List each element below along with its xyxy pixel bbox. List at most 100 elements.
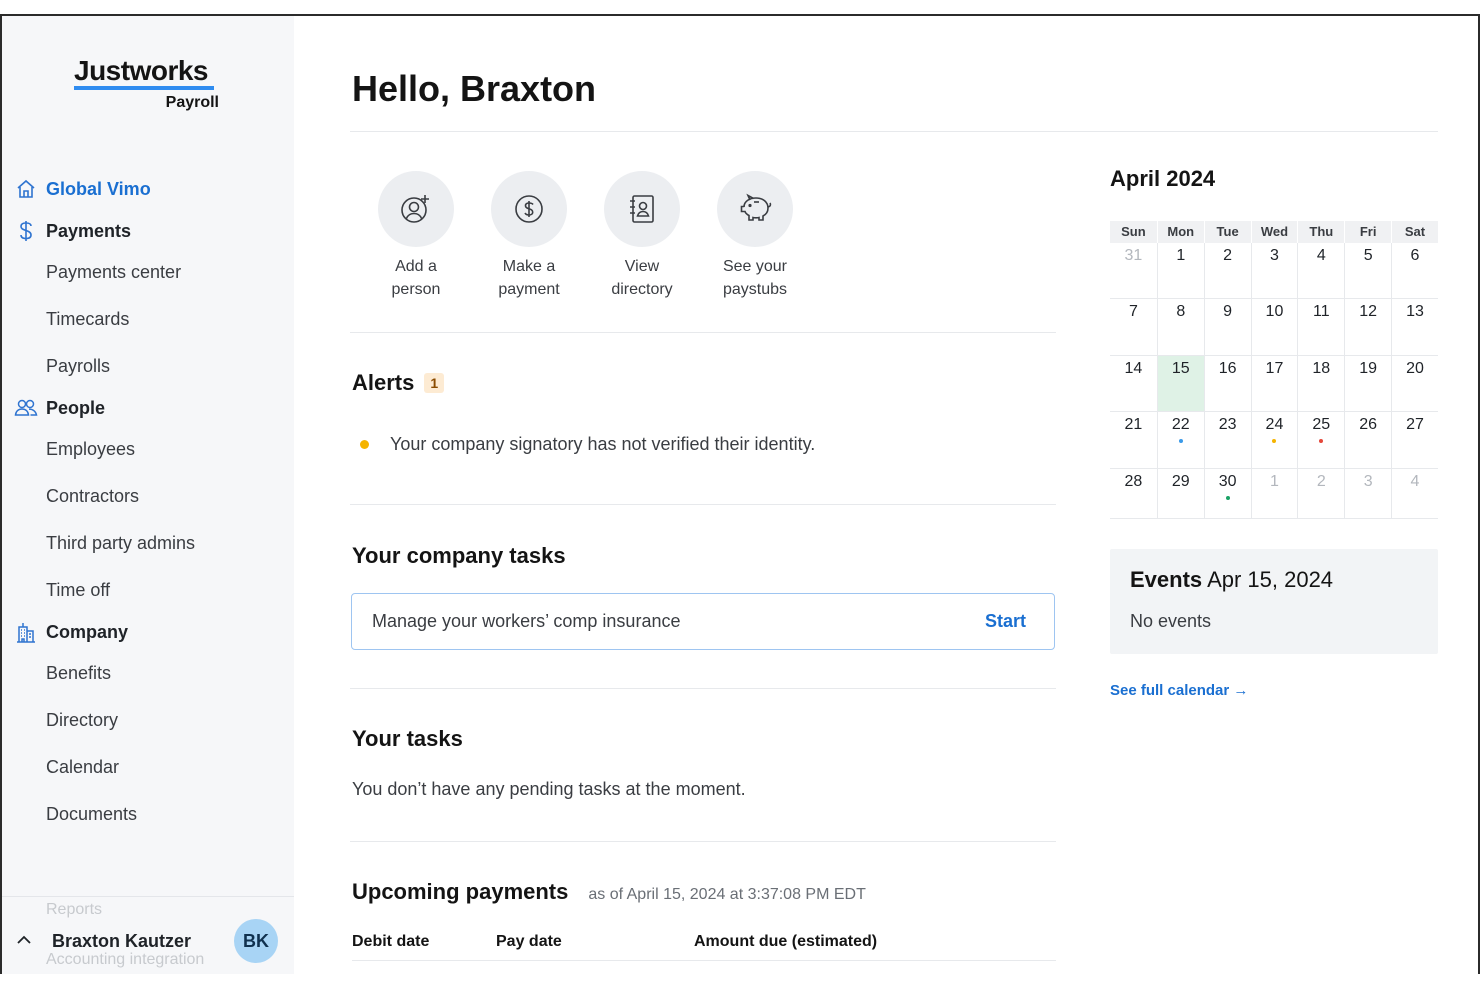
start-task-button[interactable]: Start xyxy=(985,611,1026,632)
weekday-label: Sat xyxy=(1391,221,1438,243)
calendar-weekday-header: Sun Mon Tue Wed Thu Fri Sat xyxy=(1110,221,1438,243)
calendar-day-number: 23 xyxy=(1218,416,1237,434)
sidebar-item-payrolls[interactable]: Payrolls xyxy=(2,343,294,390)
calendar-day-number: 28 xyxy=(1124,472,1143,490)
sidebar-item-calendar[interactable]: Calendar xyxy=(2,744,294,791)
event-marker-icon xyxy=(1178,439,1183,444)
calendar-day[interactable]: 8 xyxy=(1156,299,1204,355)
calendar-week-row: 14 15 16 17 18 19 20 xyxy=(1110,355,1438,413)
calendar-day[interactable]: 12 xyxy=(1344,299,1391,355)
sidebar-section-company[interactable]: Company xyxy=(2,614,294,650)
make-payment-button[interactable]: Make a payment xyxy=(473,171,585,301)
calendar-day[interactable]: 14 xyxy=(1110,356,1157,411)
weekday-label: Wed xyxy=(1250,221,1298,243)
calendar-day[interactable]: 23 xyxy=(1203,412,1251,468)
company-task-card[interactable]: Manage your workers’ comp insurance Star… xyxy=(351,593,1055,650)
see-full-calendar-link[interactable]: See full calendar → xyxy=(1110,682,1248,699)
avatar[interactable]: BK xyxy=(234,919,278,963)
calendar-week-row: 28 29 30 1 2 3 4 xyxy=(1110,468,1438,519)
calendar-day[interactable]: 2 xyxy=(1297,468,1344,518)
calendar-day[interactable]: 25 xyxy=(1297,412,1344,468)
sidebar-item-time-off[interactable]: Time off xyxy=(2,567,294,614)
calendar-day[interactable]: 28 xyxy=(1110,469,1157,518)
calendar-week-row: 31 1 2 3 4 5 6 xyxy=(1110,243,1438,300)
calendar-day-number: 3 xyxy=(1363,472,1373,490)
add-person-button[interactable]: Add a person xyxy=(360,171,472,301)
user-menu-toggle[interactable]: Braxton Kautzer BK xyxy=(16,919,278,963)
calendar-day[interactable]: 27 xyxy=(1391,412,1438,468)
action-label: Make a payment xyxy=(498,258,560,298)
calendar-day[interactable]: 24 xyxy=(1250,412,1298,468)
sidebar-item-payments-center[interactable]: Payments center xyxy=(2,249,294,296)
calendar-day[interactable]: 29 xyxy=(1156,468,1204,518)
calendar-day-number: 31 xyxy=(1124,247,1143,264)
calendar-day-number: 8 xyxy=(1176,303,1186,321)
calendar-day[interactable]: 15 xyxy=(1156,355,1204,412)
calendar-day[interactable]: 7 xyxy=(1110,299,1157,354)
sidebar-item-employees[interactable]: Employees xyxy=(2,426,294,473)
calendar-day[interactable]: 5 xyxy=(1344,243,1391,299)
calendar-day[interactable]: 30 xyxy=(1203,468,1251,518)
page-title: Hello, Braxton xyxy=(352,68,597,109)
events-heading: Events Apr 15, 2024 xyxy=(1130,567,1418,593)
calendar-day[interactable]: 4 xyxy=(1391,468,1438,518)
calendar-day[interactable]: 3 xyxy=(1344,468,1391,518)
calendar-day[interactable]: 10 xyxy=(1250,299,1298,355)
calendar-day-number: 27 xyxy=(1406,416,1424,434)
calendar-day-number: 15 xyxy=(1171,359,1190,377)
sidebar-item-global-vimo[interactable]: Global Vimo xyxy=(2,171,294,207)
calendar-day-number: 30 xyxy=(1218,472,1237,490)
events-empty-text: No events xyxy=(1130,611,1212,631)
calendar-day[interactable]: 21 xyxy=(1110,412,1157,467)
calendar-day[interactable]: 22 xyxy=(1156,412,1204,468)
upcoming-payments-heading: Upcoming payments as of April 15, 2024 a… xyxy=(352,879,866,905)
calendar-day[interactable]: 1 xyxy=(1250,468,1298,518)
sidebar-item-benefits[interactable]: Benefits xyxy=(2,650,294,697)
calendar-day[interactable]: 6 xyxy=(1391,243,1438,299)
calendar-day-number: 4 xyxy=(1316,247,1326,264)
calendar-day[interactable]: 19 xyxy=(1344,355,1391,412)
alerts-title: Alerts xyxy=(352,370,415,395)
sidebar-item-documents[interactable]: Documents xyxy=(2,791,294,838)
alert-dot-icon xyxy=(360,440,369,449)
sidebar-item-third-party-admins[interactable]: Third party admins xyxy=(2,520,294,567)
alerts-heading: Alerts 1 xyxy=(352,370,445,396)
divider xyxy=(350,332,1056,333)
view-directory-button[interactable]: View directory xyxy=(586,171,698,301)
calendar-day[interactable]: 9 xyxy=(1203,299,1251,355)
weekday-label: Tue xyxy=(1203,221,1251,243)
action-label: View directory xyxy=(611,258,673,298)
divider xyxy=(350,688,1056,689)
sidebar-item-reports[interactable]: Reports xyxy=(46,901,102,919)
calendar-day-number: 13 xyxy=(1406,303,1424,321)
calendar-day[interactable]: 31 xyxy=(1110,243,1157,298)
calendar-day[interactable]: 16 xyxy=(1203,355,1251,412)
justworks-logo[interactable]: Justworks Payroll xyxy=(74,56,219,112)
calendar-day[interactable]: 1 xyxy=(1156,243,1204,299)
calendar-day-number: 29 xyxy=(1171,472,1190,490)
calendar-week-row: 7 8 9 10 11 12 13 xyxy=(1110,299,1438,356)
app-window: Justworks Payroll Global Vimo Payments P… xyxy=(0,14,1480,974)
column-debit-date[interactable]: Debit date xyxy=(352,933,429,951)
calendar-day[interactable]: 26 xyxy=(1344,412,1391,468)
calendar-day[interactable]: 11 xyxy=(1297,299,1344,355)
sidebar-item-directory[interactable]: Directory xyxy=(2,697,294,744)
sidebar-section-people[interactable]: People xyxy=(2,390,294,426)
sidebar-section-payments[interactable]: Payments xyxy=(2,213,294,249)
see-paystubs-button[interactable]: See your paystubs xyxy=(699,171,811,301)
calendar-day[interactable]: 2 xyxy=(1203,243,1251,299)
sidebar-item-contractors[interactable]: Contractors xyxy=(2,473,294,520)
calendar-day[interactable]: 4 xyxy=(1297,243,1344,299)
calendar-day[interactable]: 17 xyxy=(1250,355,1298,412)
column-pay-date[interactable]: Pay date xyxy=(496,933,562,951)
divider xyxy=(350,841,1056,842)
alert-item[interactable]: Your company signatory has not verified … xyxy=(360,434,815,455)
calendar-day[interactable]: 13 xyxy=(1391,299,1438,355)
sidebar-item-timecards[interactable]: Timecards xyxy=(2,296,294,343)
calendar-day[interactable]: 3 xyxy=(1250,243,1298,299)
sidebar-item-label: Global Vimo xyxy=(46,178,151,199)
calendar-day[interactable]: 20 xyxy=(1391,355,1438,412)
alert-text: Your company signatory has not verified … xyxy=(390,434,816,454)
calendar-day[interactable]: 18 xyxy=(1297,355,1344,412)
column-amount-due[interactable]: Amount due (estimated) xyxy=(694,933,877,951)
